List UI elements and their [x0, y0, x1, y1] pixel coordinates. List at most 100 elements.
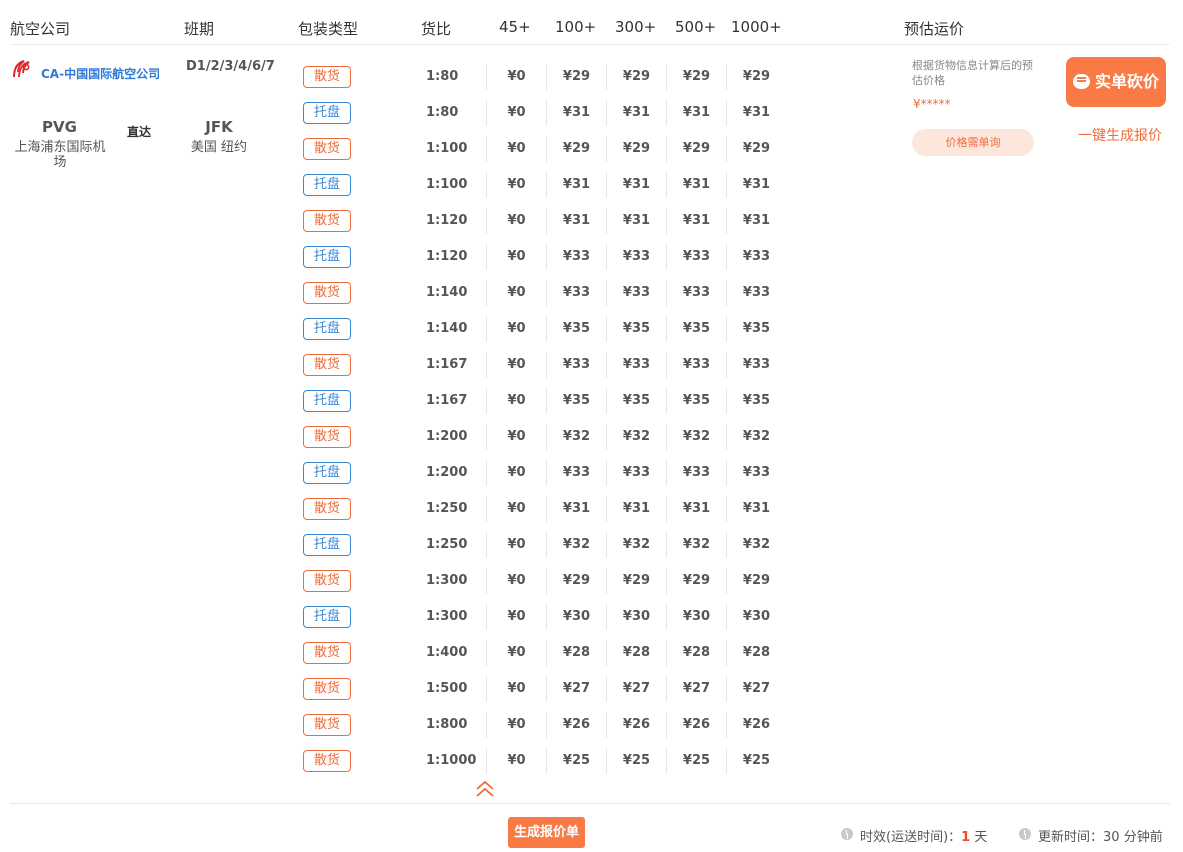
price-cell-1000: ¥30: [742, 609, 771, 624]
ratio-cell: 1:800: [426, 717, 468, 732]
price-cell-500: ¥31: [682, 177, 711, 192]
price-cell-100: ¥32: [562, 429, 591, 444]
package-type-tag: 散货: [303, 210, 351, 232]
price-cell-500: ¥33: [682, 249, 711, 264]
price-cell-500: ¥26: [682, 717, 711, 732]
price-cell-1000: ¥35: [742, 321, 771, 336]
header-300: 300+: [615, 18, 657, 36]
price-cell-45: ¥0: [507, 357, 526, 372]
table-row: 散货 1:100 ¥0 ¥29 ¥29 ¥29 ¥29: [0, 136, 800, 174]
price-cell-100: ¥33: [562, 285, 591, 300]
transit-days: 1: [961, 830, 971, 845]
price-cell-45: ¥0: [507, 753, 526, 768]
table-row: 托盘 1:250 ¥0 ¥32 ¥32 ¥32 ¥32: [0, 532, 800, 570]
price-cell-100: ¥30: [562, 609, 591, 624]
price-cell-100: ¥33: [562, 465, 591, 480]
price-cell-300: ¥31: [622, 177, 651, 192]
price-cell-100: ¥32: [562, 537, 591, 552]
package-type-tag: 托盘: [303, 246, 351, 268]
transit-label: 时效(运送时间)：: [860, 830, 962, 845]
package-type-tag: 散货: [303, 138, 351, 160]
price-cell-1000: ¥29: [742, 573, 771, 588]
bargain-button[interactable]: 实单砍价: [1066, 57, 1166, 107]
price-cell-500: ¥25: [682, 753, 711, 768]
package-type-tag: 托盘: [303, 390, 351, 412]
price-cell-300: ¥31: [622, 105, 651, 120]
price-cell-1000: ¥33: [742, 465, 771, 480]
ratio-cell: 1:120: [426, 249, 468, 264]
table-row: 托盘 1:120 ¥0 ¥33 ¥33 ¥33 ¥33: [0, 244, 800, 282]
ratio-cell: 1:300: [426, 573, 468, 588]
package-type-tag: 托盘: [303, 318, 351, 340]
header-estimate: 预估运价: [904, 20, 965, 38]
header-package-type: 包装类型: [298, 20, 359, 38]
table-row: 散货 1:400 ¥0 ¥28 ¥28 ¥28 ¥28: [0, 640, 800, 678]
price-cell-300: ¥33: [622, 357, 651, 372]
price-cell-1000: ¥29: [742, 69, 771, 84]
ratio-cell: 1:400: [426, 645, 468, 660]
price-cell-1000: ¥26: [742, 717, 771, 732]
package-type-tag: 散货: [303, 642, 351, 664]
price-cell-500: ¥33: [682, 357, 711, 372]
price-cell-100: ¥35: [562, 321, 591, 336]
price-cell-500: ¥32: [682, 429, 711, 444]
price-cell-300: ¥32: [622, 429, 651, 444]
package-type-tag: 散货: [303, 678, 351, 700]
price-cell-45: ¥0: [507, 69, 526, 84]
table-row: 散货 1:1000 ¥0 ¥25 ¥25 ¥25 ¥25: [0, 748, 800, 786]
price-cell-300: ¥33: [622, 249, 651, 264]
price-cell-45: ¥0: [507, 537, 526, 552]
header-ratio: 货比: [421, 20, 452, 38]
price-cell-500: ¥29: [682, 573, 711, 588]
price-cell-1000: ¥31: [742, 105, 771, 120]
price-cell-500: ¥29: [682, 69, 711, 84]
price-cell-500: ¥29: [682, 141, 711, 156]
table-row: 散货 1:140 ¥0 ¥33 ¥33 ¥33 ¥33: [0, 280, 800, 318]
header-1000: 1000+: [731, 18, 782, 36]
package-type-tag: 散货: [303, 570, 351, 592]
ratio-cell: 1:100: [426, 177, 468, 192]
price-inquire-button[interactable]: 价格需单询: [912, 129, 1034, 156]
price-cell-100: ¥35: [562, 393, 591, 408]
price-cell-100: ¥31: [562, 501, 591, 516]
generate-quote-button[interactable]: 生成报价单: [508, 817, 585, 848]
ratio-cell: 1:140: [426, 321, 468, 336]
generate-quote-link[interactable]: 一键生成报价: [1078, 125, 1162, 145]
price-cell-100: ¥29: [562, 573, 591, 588]
price-cell-100: ¥33: [562, 249, 591, 264]
price-cell-100: ¥31: [562, 105, 591, 120]
price-cell-100: ¥28: [562, 645, 591, 660]
price-cell-500: ¥35: [682, 393, 711, 408]
price-cell-300: ¥28: [622, 645, 651, 660]
price-cell-500: ¥28: [682, 645, 711, 660]
price-cell-45: ¥0: [507, 105, 526, 120]
price-cell-45: ¥0: [507, 645, 526, 660]
price-cell-500: ¥32: [682, 537, 711, 552]
price-cell-1000: ¥28: [742, 645, 771, 660]
clock-icon: [1019, 828, 1031, 840]
price-cell-45: ¥0: [507, 213, 526, 228]
table-row: 托盘 1:167 ¥0 ¥35 ¥35 ¥35 ¥35: [0, 388, 800, 426]
table-row: 散货 1:300 ¥0 ¥29 ¥29 ¥29 ¥29: [0, 568, 800, 606]
package-type-tag: 散货: [303, 498, 351, 520]
updated-value: 30 分钟前: [1103, 830, 1163, 845]
price-cell-1000: ¥33: [742, 357, 771, 372]
clock-icon: [841, 828, 853, 840]
ratio-cell: 1:300: [426, 609, 468, 624]
price-cell-1000: ¥31: [742, 177, 771, 192]
table-row: 托盘 1:100 ¥0 ¥31 ¥31 ¥31 ¥31: [0, 172, 800, 210]
price-cell-300: ¥29: [622, 141, 651, 156]
ratio-cell: 1:500: [426, 681, 468, 696]
header-100: 100+: [555, 18, 597, 36]
price-cell-1000: ¥25: [742, 753, 771, 768]
price-cell-45: ¥0: [507, 177, 526, 192]
price-cell-1000: ¥35: [742, 393, 771, 408]
package-type-tag: 托盘: [303, 534, 351, 556]
ratio-cell: 1:120: [426, 213, 468, 228]
package-type-tag: 散货: [303, 714, 351, 736]
table-row: 散货 1:167 ¥0 ¥33 ¥33 ¥33 ¥33: [0, 352, 800, 390]
package-type-tag: 散货: [303, 282, 351, 304]
package-type-tag: 散货: [303, 354, 351, 376]
collapse-chevron-up-icon[interactable]: [474, 778, 496, 800]
table-row: 散货 1:500 ¥0 ¥27 ¥27 ¥27 ¥27: [0, 676, 800, 714]
